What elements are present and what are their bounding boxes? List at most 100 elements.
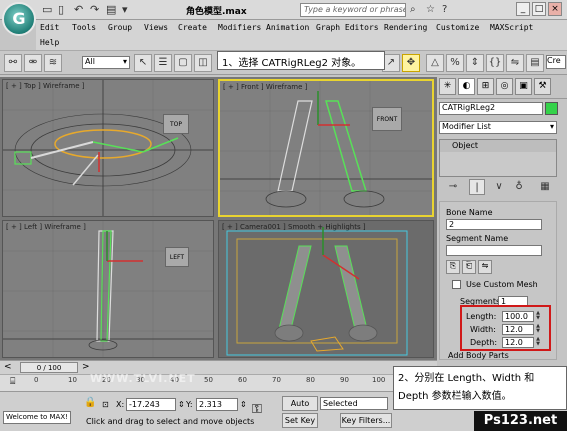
search-input[interactable]: Type a keyword or phrase: [300, 3, 406, 17]
modifier-stack-item[interactable]: Object: [440, 140, 556, 152]
new-file-icon[interactable]: ▭: [42, 3, 52, 16]
window-crossing-icon[interactable]: ◫: [194, 54, 212, 72]
x-coord-field[interactable]: -17.243: [126, 398, 176, 411]
edit-named-selection-icon[interactable]: {}: [486, 54, 504, 72]
viewport-top-label[interactable]: [ + ] Top ] Wireframe ]: [6, 82, 84, 90]
select-by-name-icon[interactable]: ☰: [154, 54, 172, 72]
app-logo-button[interactable]: G: [2, 2, 36, 36]
y-spinner-icon[interactable]: ⇕: [240, 400, 247, 409]
time-slider-bar: < 0 / 100 >: [0, 360, 437, 374]
named-selection-set-input[interactable]: Cre: [546, 55, 566, 69]
menu-views[interactable]: Views: [144, 23, 168, 32]
menu-customize[interactable]: Customize: [436, 23, 479, 32]
menu-graph-editors[interactable]: Graph Editors: [316, 23, 379, 32]
spinner-snap-icon[interactable]: ⇕: [466, 54, 484, 72]
viewport-front-label[interactable]: [ + ] Front ] Wireframe ]: [223, 83, 307, 91]
open-file-icon[interactable]: ▯: [58, 3, 64, 16]
viewport-left-label[interactable]: [ + ] Left ] Wireframe ]: [6, 223, 86, 231]
menu-help[interactable]: Help: [40, 38, 59, 47]
binoculars-icon[interactable]: ⌕: [410, 4, 416, 15]
menu-tools[interactable]: Tools: [72, 23, 96, 32]
project-folder-icon[interactable]: ▤: [106, 3, 116, 16]
create-tab-icon[interactable]: ✳: [439, 78, 456, 95]
selection-filter-value: All: [85, 57, 95, 66]
selection-filter-dropdown[interactable]: All ▾: [82, 56, 130, 69]
menu-animation[interactable]: Animation: [266, 23, 309, 32]
percent-snap-icon[interactable]: %: [446, 54, 464, 72]
angle-snap-icon[interactable]: △: [426, 54, 444, 72]
help-icon[interactable]: ?: [442, 4, 447, 15]
copy-icon[interactable]: ⎘: [446, 260, 460, 274]
object-color-swatch[interactable]: [545, 102, 558, 115]
auto-key-button[interactable]: Auto Key: [282, 396, 318, 421]
configure-modifier-sets-icon[interactable]: ▦: [537, 179, 553, 195]
modifier-list-dropdown[interactable]: Modifier List ▾: [439, 121, 557, 134]
key-mode-dropdown[interactable]: Selected: [320, 397, 388, 410]
select-object-icon[interactable]: ↖: [134, 54, 152, 72]
navcube-left[interactable]: LEFT: [165, 247, 189, 267]
menu-maxscript[interactable]: MAXScript: [490, 23, 533, 32]
region-select-icon[interactable]: ▢: [174, 54, 192, 72]
set-key-button[interactable]: Set Key: [282, 413, 318, 428]
undo-icon[interactable]: ↶: [74, 3, 83, 16]
x-coord-label: X:: [116, 400, 125, 409]
align-icon[interactable]: ▤: [526, 54, 544, 72]
menu-group[interactable]: Group: [108, 23, 132, 32]
hierarchy-tab-icon[interactable]: ⊞: [477, 78, 494, 95]
time-slider[interactable]: 0 / 100: [20, 362, 78, 373]
brand-watermark: Ps123.net: [474, 411, 567, 431]
paste-icon[interactable]: ⎗: [462, 260, 476, 274]
star-icon[interactable]: ☆: [426, 4, 435, 15]
maximize-button[interactable]: □: [532, 2, 546, 16]
menu-rendering[interactable]: Rendering: [384, 23, 427, 32]
modify-tab-icon[interactable]: ◐: [458, 78, 475, 95]
quick-access-dropdown-icon[interactable]: ▾: [122, 3, 128, 16]
key-icon[interactable]: ⚿: [252, 402, 262, 417]
utilities-tab-icon[interactable]: ⚒: [534, 78, 551, 95]
make-unique-icon[interactable]: ∨: [491, 179, 507, 195]
navcube-front[interactable]: FRONT: [372, 107, 402, 131]
minimize-button[interactable]: _: [516, 2, 530, 16]
viewport-left[interactable]: LEFT [ + ] Left ] Wireframe ]: [2, 220, 214, 358]
segment-name-label: Segment Name: [446, 234, 509, 243]
bind-space-warp-icon[interactable]: ≋: [44, 54, 62, 72]
x-spinner-icon[interactable]: ⇕: [178, 400, 185, 409]
viewport-camera[interactable]: [ + ] Camera001 ] Smooth + Highlights ]: [218, 220, 434, 358]
y-coord-field[interactable]: 2.313: [196, 398, 238, 411]
highlight-box: [460, 305, 551, 351]
key-filters-button[interactable]: Key Filters...: [340, 413, 392, 428]
track-bar[interactable]: ⌸ 0 10 20 30 40 50 60 70 80 90 100: [0, 374, 437, 391]
close-button[interactable]: ×: [548, 2, 562, 16]
bone-name-field[interactable]: 2: [446, 219, 542, 230]
maxscript-listener[interactable]: Welcome to MAX!: [3, 411, 71, 424]
lock-icon[interactable]: 🔒: [84, 397, 96, 408]
mini-curve-editor-icon[interactable]: ⌸: [10, 377, 15, 387]
navcube-top[interactable]: TOP: [163, 114, 189, 134]
redo-icon[interactable]: ↷: [90, 3, 99, 16]
menu-create[interactable]: Create: [178, 23, 207, 32]
object-name-field[interactable]: CATRigRLeg2: [439, 102, 543, 115]
use-custom-mesh-checkbox[interactable]: [452, 280, 461, 289]
viewport-front[interactable]: FRONT [ + ] Front ] Wireframe ]: [218, 79, 434, 217]
segment-name-field[interactable]: [446, 245, 542, 256]
menu-modifiers[interactable]: Modifiers: [218, 23, 261, 32]
select-and-move-icon[interactable]: ✥: [402, 54, 420, 72]
menu-edit[interactable]: Edit: [40, 23, 59, 32]
unlink-icon[interactable]: ⚮: [24, 54, 42, 72]
status-prompt: Click and drag to select and move object…: [86, 417, 255, 426]
show-end-result-icon[interactable]: |: [469, 179, 485, 195]
display-tab-icon[interactable]: ▣: [515, 78, 532, 95]
viewport-camera-label[interactable]: [ + ] Camera001 ] Smooth + Highlights ]: [222, 223, 366, 231]
prev-frame-icon[interactable]: <: [4, 362, 12, 372]
paste-mirror-icon[interactable]: ⇋: [478, 260, 492, 274]
add-body-parts-label[interactable]: Add Body Parts: [448, 351, 509, 360]
select-link-icon[interactable]: ⚯: [4, 54, 22, 72]
remove-modifier-icon[interactable]: ♁: [511, 179, 527, 195]
mirror-icon[interactable]: ⇋: [506, 54, 524, 72]
motion-tab-icon[interactable]: ◎: [496, 78, 513, 95]
next-frame-icon[interactable]: >: [82, 362, 90, 372]
pin-stack-icon[interactable]: ⊸: [445, 179, 461, 195]
menu-bar: Edit Tools Group Views Create Modifiers …: [36, 20, 567, 50]
absolute-mode-icon[interactable]: ⊡: [102, 400, 109, 409]
viewport-top[interactable]: TOP [ + ] Top ] Wireframe ]: [2, 79, 214, 217]
